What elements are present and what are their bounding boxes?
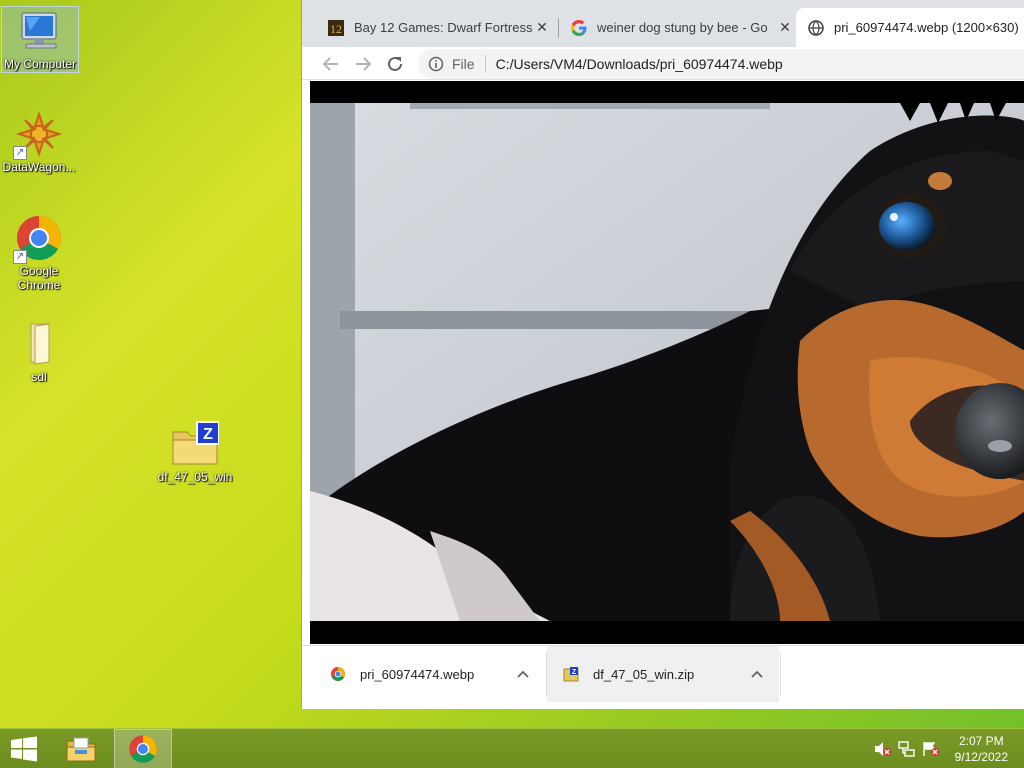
desktop-icon-df-zip[interactable]: Z df_47_05_win <box>156 420 234 486</box>
downloads-bar: pri_60974474.webp Z df_47_05_win.zip <box>302 645 1024 702</box>
desktop-icon-label: df_47_05_win <box>157 470 233 484</box>
globe-icon <box>808 19 824 36</box>
url-scheme-label: File <box>452 56 475 72</box>
desktop-icon-label: DataWagon... <box>2 160 76 174</box>
browser-toolbar: File C:/Users/VM4/Downloads/pri_60974474… <box>302 47 1024 80</box>
info-icon[interactable] <box>428 56 444 72</box>
google-g-icon <box>571 19 587 36</box>
file-explorer-icon <box>66 737 96 762</box>
url-text: C:/Users/VM4/Downloads/pri_60974474.webp <box>495 56 783 72</box>
omnibox-divider <box>484 55 486 73</box>
forward-button[interactable] <box>350 51 376 77</box>
datawagon-icon: ↗ <box>13 110 63 160</box>
desktop-icon-sdl[interactable]: sdl <box>0 320 78 386</box>
desktop-icon-label: My Computer <box>3 57 77 71</box>
tab-title: weiner dog stung by bee - Google Search <box>597 20 767 35</box>
start-button[interactable] <box>0 729 48 768</box>
shortcut-arrow-icon: ↗ <box>13 250 27 264</box>
arrow-left-icon <box>322 57 338 71</box>
download-filename: pri_60974474.webp <box>360 666 475 682</box>
download-divider <box>780 652 781 696</box>
tab-title: Bay 12 Games: Dwarf Fortress <box>354 20 533 35</box>
tab-dwarf-fortress[interactable]: 12 Bay 12 Games: Dwarf Fortress ✕ <box>316 8 556 47</box>
svg-text:Z: Z <box>572 669 577 676</box>
download-item-webp[interactable]: pri_60974474.webp <box>302 646 545 702</box>
windows-logo-icon <box>11 736 37 762</box>
computer-icon <box>16 7 64 55</box>
zip-folder-icon: Z <box>171 420 220 468</box>
tab-image-viewer[interactable]: pri_60974474.webp (1200×630) <box>796 8 1024 47</box>
speaker-muted-icon[interactable] <box>874 741 892 757</box>
system-clock[interactable]: 2:07 PM 9/12/2022 <box>955 733 1008 765</box>
tab-strip: 12 Bay 12 Games: Dwarf Fortress ✕ weiner… <box>302 0 1024 47</box>
download-item-zip[interactable]: Z df_47_05_win.zip <box>547 646 779 702</box>
tab-google-search[interactable]: weiner dog stung by bee - Google Search … <box>559 8 799 47</box>
clock-time: 2:07 PM <box>958 734 1004 748</box>
chevron-up-icon[interactable] <box>749 666 765 682</box>
svg-text:Z: Z <box>203 426 213 443</box>
clock-date: 9/12/2022 <box>954 750 1008 764</box>
taskbar-file-explorer[interactable] <box>58 729 104 768</box>
network-icon[interactable] <box>898 741 916 757</box>
browser-window: 12 Bay 12 Games: Dwarf Fortress ✕ weiner… <box>301 0 1024 709</box>
desktop-icon-my-computer[interactable]: My Computer <box>1 6 79 73</box>
action-center-flag-icon[interactable] <box>922 741 940 757</box>
svg-text:12: 12 <box>330 22 342 36</box>
close-tab-icon[interactable]: ✕ <box>777 19 793 35</box>
reload-icon <box>388 56 402 71</box>
desktop-icon-google-chrome[interactable]: ↗ Google Chrome <box>0 214 78 294</box>
close-tab-icon[interactable]: ✕ <box>534 19 550 35</box>
desktop-icon-datawagon[interactable]: ↗ DataWagon... <box>0 110 78 176</box>
desktop-icon-label: sdl <box>31 370 47 384</box>
address-bar[interactable]: File C:/Users/VM4/Downloads/pri_60974474… <box>418 49 1024 79</box>
zip-file-icon: Z <box>563 666 579 682</box>
chrome-icon: ↗ <box>13 214 63 264</box>
chevron-up-icon[interactable] <box>515 666 531 682</box>
back-button[interactable] <box>318 51 344 77</box>
image-viewer <box>310 81 1024 644</box>
dwarf-fortress-12-icon: 12 <box>328 19 344 36</box>
folder-icon <box>15 320 63 368</box>
taskbar: 2:07 PM 9/12/2022 <box>0 728 1024 768</box>
download-filename: df_47_05_win.zip <box>593 666 695 682</box>
chrome-icon <box>129 735 157 763</box>
taskbar-chrome[interactable] <box>114 729 172 768</box>
chrome-file-icon <box>330 666 346 682</box>
dachshund-photo <box>310 81 1024 644</box>
desktop-icon-label: Google Chrome <box>17 264 61 292</box>
tab-title: pri_60974474.webp (1200×630) <box>834 20 1019 35</box>
arrow-right-icon <box>356 57 372 71</box>
reload-button[interactable] <box>382 51 408 77</box>
shortcut-arrow-icon: ↗ <box>13 146 27 160</box>
